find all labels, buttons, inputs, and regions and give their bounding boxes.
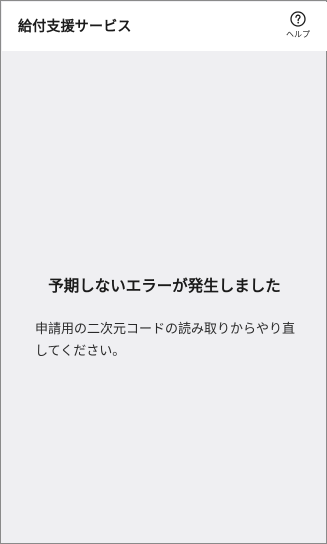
question-circle-icon xyxy=(290,11,306,27)
error-title: 予期しないエラーが発生しました xyxy=(48,277,281,295)
main-content: 予期しないエラーが発生しました 申請用の二次元コードの読み取りからやり直してくだ… xyxy=(2,51,327,544)
app-frame: 給付支援サービス ヘルプ 予期しないエラーが発生しました 申請用の二次元コードの… xyxy=(0,0,327,544)
error-message: 申請用の二次元コードの読み取りからやり直してください。 xyxy=(35,322,296,359)
app-header: 給付支援サービス ヘルプ xyxy=(2,2,327,51)
app-title: 給付支援サービス xyxy=(18,19,132,35)
help-label: ヘルプ xyxy=(286,30,310,39)
help-button[interactable]: ヘルプ xyxy=(283,11,313,40)
